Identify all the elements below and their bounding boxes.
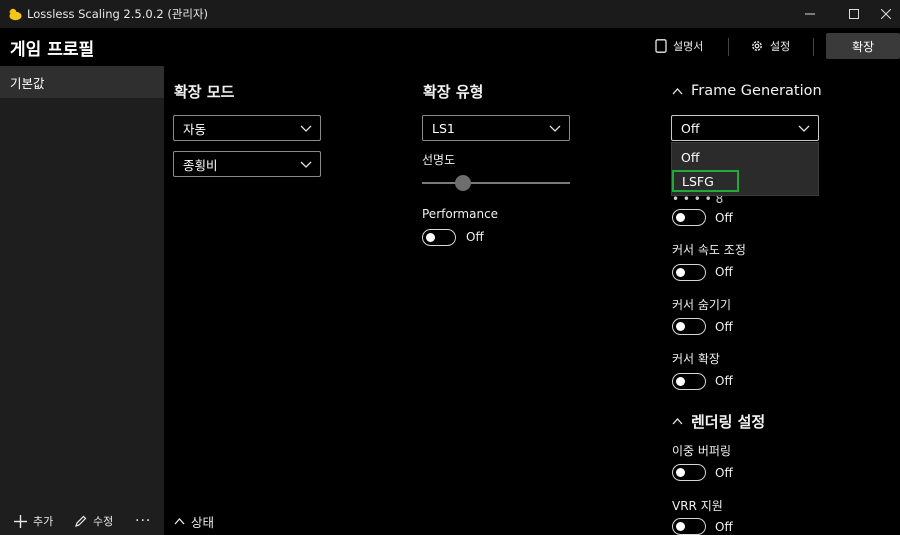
add-profile-button[interactable]: 추가 <box>14 510 53 532</box>
hide-cursor-label: 커서 숨기기 <box>672 298 732 312</box>
toggle-knob <box>426 232 435 242</box>
chevron-down-icon <box>300 161 312 168</box>
sharpness-slider-track[interactable] <box>422 182 570 184</box>
maximize-icon <box>849 9 859 19</box>
chevron-up-icon <box>672 418 683 425</box>
performance-toggle[interactable] <box>422 229 456 246</box>
double-buffering-state: Off <box>715 466 733 480</box>
status-label: 상태 <box>191 514 215 530</box>
aspect-ratio-value: 종횡비 <box>183 157 218 173</box>
profile-sidebar: 기본값 추가 수정 ··· <box>0 66 164 535</box>
window-title: Lossless Scaling 2.5.0.2 (관리자) <box>27 7 209 21</box>
cursor-speed-state: Off <box>715 265 733 279</box>
toggle-knob <box>676 467 685 477</box>
settings-button[interactable]: 설정 <box>750 30 790 62</box>
sharpness-slider-thumb[interactable] <box>455 175 472 191</box>
gear-icon <box>752 41 762 51</box>
toggle-knob <box>676 212 685 222</box>
page-title: 게임 프로필 <box>10 40 95 60</box>
frame-generation-value: Off <box>681 120 700 136</box>
vrr-support-toggle[interactable] <box>672 518 706 535</box>
frame-generation-expander[interactable]: Frame Generation <box>672 78 822 104</box>
performance-state: Off <box>466 230 484 244</box>
scale-mode-title: 확장 모드 <box>174 83 235 101</box>
scale-mode-value: 자동 <box>183 121 207 137</box>
double-buffering-toggle[interactable] <box>672 464 706 481</box>
toggle-knob <box>676 521 685 531</box>
toggle-knob <box>676 267 685 277</box>
double-buffering-label: 이중 버퍼링 <box>672 444 732 458</box>
title-bar: Lossless Scaling 2.5.0.2 (관리자) <box>0 0 900 28</box>
edit-profile-button[interactable]: 수정 <box>74 510 113 532</box>
cursor-scale-label: 커서 확장 <box>672 352 720 366</box>
chevron-down-icon <box>300 125 312 132</box>
chevron-down-icon <box>798 125 810 132</box>
dropdown-option-lsfg[interactable]: LSFG <box>672 170 739 192</box>
edit-label: 수정 <box>93 515 114 528</box>
add-label: 추가 <box>33 515 54 528</box>
scale-button[interactable]: 확장 <box>826 33 900 59</box>
scale-type-value: LS1 <box>432 120 455 136</box>
chevron-down-icon <box>549 125 561 132</box>
cursor-speed-toggle[interactable] <box>672 264 706 281</box>
frame-generation-combo[interactable]: Off <box>671 115 819 141</box>
guide-label: 설명서 <box>673 40 704 53</box>
guide-button[interactable]: 설명서 <box>655 30 703 62</box>
frame-generation-title: Frame Generation <box>691 83 822 99</box>
header-divider <box>813 38 814 56</box>
document-icon <box>655 39 667 53</box>
close-button[interactable] <box>866 0 900 28</box>
dropdown-option-off[interactable]: Off <box>672 144 818 170</box>
header-divider <box>728 38 729 56</box>
settings-label: 설정 <box>770 40 791 53</box>
duck-app-icon <box>9 8 22 21</box>
scale-type-title: 확장 유형 <box>423 83 484 101</box>
vrr-support-state: Off <box>715 520 733 534</box>
more-options-button[interactable]: ··· <box>135 510 151 532</box>
rendering-expander[interactable]: 렌더링 설정 <box>672 408 765 434</box>
rendering-title: 렌더링 설정 <box>691 412 766 431</box>
cursor-scale-toggle[interactable] <box>672 373 706 390</box>
minimize-button[interactable] <box>790 0 830 28</box>
toggle-knob <box>676 376 685 386</box>
hide-cursor-toggle[interactable] <box>672 318 706 335</box>
performance-label: Performance <box>422 207 499 221</box>
vrr-support-label: VRR 지원 <box>672 499 723 513</box>
hide-cursor-state: Off <box>715 320 733 334</box>
toggle-knob <box>676 321 685 331</box>
scale-type-combo[interactable]: LS1 <box>422 115 570 141</box>
chevron-up-icon <box>672 88 683 95</box>
sharpness-label: 선명도 <box>422 153 456 167</box>
cursor-scale-state: Off <box>715 374 733 388</box>
cursor-speed-label: 커서 속도 조정 <box>672 243 746 257</box>
chevron-up-icon <box>174 518 185 525</box>
minimize-icon <box>805 13 815 15</box>
profile-item-default[interactable]: 기본값 <box>0 66 164 98</box>
scale-mode-combo[interactable]: 자동 <box>173 115 321 141</box>
plus-icon <box>14 514 27 528</box>
status-expander[interactable]: 상태 <box>174 510 214 532</box>
frame-gen-toggle-1[interactable] <box>672 209 706 226</box>
frame-generation-dropdown: Off LSFG <box>671 142 819 196</box>
pencil-icon <box>75 515 87 527</box>
frame-gen-toggle-1-state: Off <box>715 211 733 225</box>
close-icon <box>881 9 891 19</box>
aspect-ratio-combo[interactable]: 종횡비 <box>173 151 321 177</box>
